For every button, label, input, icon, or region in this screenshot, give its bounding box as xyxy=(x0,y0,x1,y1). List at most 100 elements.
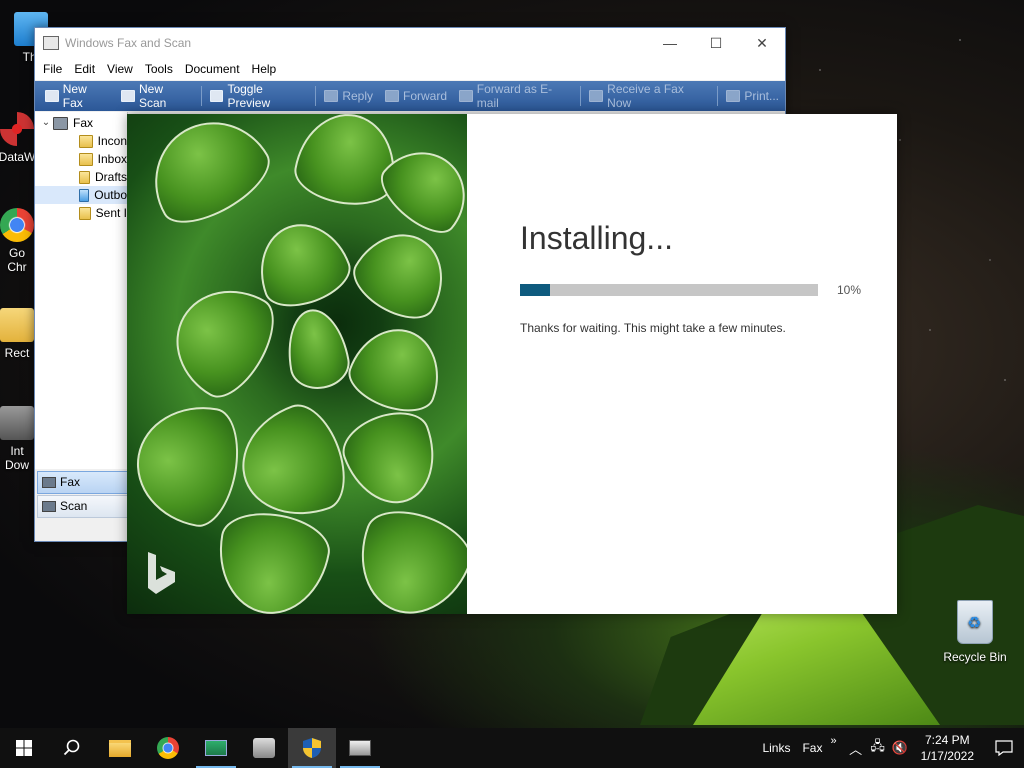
taskbar-app-monitor[interactable] xyxy=(192,728,240,768)
start-button[interactable] xyxy=(0,728,48,768)
app-monitor-icon xyxy=(205,740,227,756)
progress-percent: 10% xyxy=(837,283,862,297)
folder-tree: ⌄ Fax Incon Inbox Drafts Outbo Sent I xyxy=(35,112,128,469)
new-scan-button[interactable]: New Scan xyxy=(115,82,198,110)
system-tray: Links Fax » ︿ 🖧 🔇 7:24 PM 1/17/2022 xyxy=(754,728,1024,768)
fax-machine-icon xyxy=(349,740,371,756)
leaf xyxy=(226,395,358,533)
recycle-bin-icon xyxy=(957,600,993,644)
network-icon[interactable]: 🖧 xyxy=(867,728,889,768)
download-manager-icon xyxy=(0,406,34,440)
chrome-icon xyxy=(0,208,34,242)
receive-fax-button[interactable]: Receive a Fax Now xyxy=(583,82,715,110)
inbox-folder-icon xyxy=(79,152,93,166)
taskbar: Links Fax » ︿ 🖧 🔇 7:24 PM 1/17/2022 xyxy=(0,728,1024,768)
receive-fax-icon xyxy=(589,90,604,102)
sent-folder-icon xyxy=(79,206,91,220)
install-panel: Installing... 10% Thanks for waiting. Th… xyxy=(467,114,897,614)
tree-item-inbox[interactable]: Inbox xyxy=(35,150,127,168)
menu-file[interactable]: File xyxy=(37,62,68,76)
leaf xyxy=(341,316,453,422)
taskbar-fax-and-scan[interactable] xyxy=(336,728,384,768)
navigation-pane: Fax Scan xyxy=(37,471,129,519)
close-button[interactable]: ✕ xyxy=(739,28,785,58)
installer-dialog: Installing... 10% Thanks for waiting. Th… xyxy=(127,114,897,614)
forward-as-email-button[interactable]: Forward as E-mail xyxy=(453,82,578,110)
fax-icon xyxy=(45,90,59,102)
chrome-icon xyxy=(157,737,179,759)
notification-icon xyxy=(995,740,1013,756)
desktop-icon-recycle-bin[interactable]: Recycle Bin xyxy=(940,600,1010,664)
incoming-folder-icon xyxy=(79,134,93,148)
taskbar-chrome[interactable] xyxy=(144,728,192,768)
leaf xyxy=(127,396,247,532)
clock-date: 1/17/2022 xyxy=(920,749,974,763)
minimize-button[interactable]: — xyxy=(647,28,693,58)
tree-item-outbox[interactable]: Outbo xyxy=(35,186,127,204)
leaf xyxy=(132,114,282,238)
reply-button[interactable]: Reply xyxy=(318,83,379,109)
tree-item-drafts[interactable]: Drafts xyxy=(35,168,127,186)
folder-icon xyxy=(109,739,131,757)
bing-logo-icon xyxy=(148,552,175,594)
clock-time: 7:24 PM xyxy=(924,733,970,747)
toggle-preview-button[interactable]: Toggle Preview xyxy=(204,82,314,110)
install-title: Installing... xyxy=(520,220,673,256)
menu-bar: File Edit View Tools Document Help xyxy=(35,58,785,80)
drafts-folder-icon xyxy=(79,170,90,184)
fax-app-icon xyxy=(43,36,59,50)
links-toolbar[interactable]: Links xyxy=(754,741,798,755)
clock[interactable]: 7:24 PM 1/17/2022 xyxy=(911,732,984,764)
toolbar-overflow-button[interactable]: » xyxy=(826,735,844,761)
forward-button[interactable]: Forward xyxy=(379,83,453,109)
fax-machine-icon xyxy=(53,116,68,130)
menu-document[interactable]: Document xyxy=(179,62,246,76)
search-icon xyxy=(63,739,80,756)
toolbar-separator xyxy=(580,86,582,106)
search-button[interactable] xyxy=(48,728,96,768)
new-fax-button[interactable]: New Fax xyxy=(39,82,115,110)
fax-toolbar[interactable]: Fax xyxy=(798,741,826,755)
action-center-button[interactable] xyxy=(984,728,1024,768)
outbox-folder-icon xyxy=(79,188,90,202)
print-button[interactable]: Print... xyxy=(720,83,785,109)
leaf xyxy=(280,304,354,394)
toolbar-separator xyxy=(315,86,317,106)
toolbar-separator xyxy=(200,86,202,106)
taskbar-app-settings[interactable] xyxy=(240,728,288,768)
progress-bar xyxy=(520,284,818,296)
printer-icon xyxy=(726,90,741,102)
preview-icon xyxy=(209,90,224,102)
tree-item-sent[interactable]: Sent I xyxy=(35,204,127,222)
shield-icon xyxy=(303,738,321,758)
menu-tools[interactable]: Tools xyxy=(139,62,179,76)
maximize-button[interactable]: ☐ xyxy=(693,28,739,58)
menu-edit[interactable]: Edit xyxy=(68,62,101,76)
collapse-arrow-icon[interactable]: ⌄ xyxy=(39,114,53,132)
leaf xyxy=(209,505,335,614)
leaf xyxy=(343,216,461,332)
windows-logo-icon xyxy=(16,740,32,756)
leaf xyxy=(334,401,450,517)
toolbar-separator xyxy=(717,86,719,106)
volume-muted-icon[interactable]: 🔇 xyxy=(889,728,911,768)
install-message: Thanks for waiting. This might take a fe… xyxy=(520,321,786,335)
atom-icon xyxy=(0,112,34,146)
scanner-icon xyxy=(42,501,56,512)
tree-item-fax[interactable]: ⌄ Fax xyxy=(35,114,127,132)
nav-fax[interactable]: Fax xyxy=(37,471,129,494)
menu-help[interactable]: Help xyxy=(246,62,283,76)
fax-icon xyxy=(42,477,56,488)
reply-icon xyxy=(324,90,339,102)
menu-view[interactable]: View xyxy=(101,62,139,76)
taskbar-installer[interactable] xyxy=(288,728,336,768)
tree-item-incoming[interactable]: Incon xyxy=(35,132,127,150)
title-bar[interactable]: Windows Fax and Scan — ☐ ✕ xyxy=(35,28,785,58)
email-icon xyxy=(459,90,473,102)
hero-image-succulent xyxy=(127,114,467,614)
progress-fill xyxy=(520,284,550,296)
taskbar-file-explorer[interactable] xyxy=(96,728,144,768)
nav-scan[interactable]: Scan xyxy=(37,495,129,518)
forward-icon xyxy=(385,90,399,102)
chevron-up-icon[interactable]: ︿ xyxy=(845,728,867,768)
